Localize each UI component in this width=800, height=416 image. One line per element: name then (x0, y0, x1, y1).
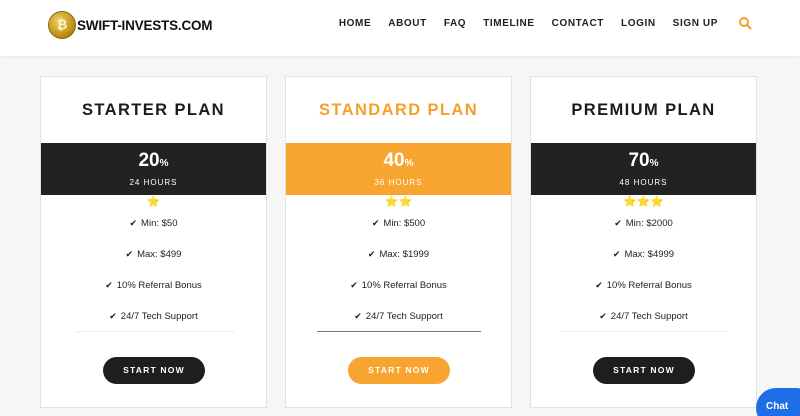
plan-title: STANDARD PLAN (318, 101, 479, 119)
feature-text: Min: $500 (383, 218, 426, 229)
star-rating: ⭐ (146, 195, 161, 208)
rate-unit: % (404, 158, 414, 169)
feature-referral: ✔ 10% Referral Bonus (286, 276, 511, 307)
feature-max: ✔ Max: $499 (41, 245, 266, 276)
check-icon: ✔ (599, 312, 607, 322)
start-now-button[interactable]: START NOW (103, 357, 205, 384)
feature-text: Max: $499 (137, 249, 182, 260)
plan-title: PREMIUM PLAN (571, 101, 716, 119)
star-rating: ⭐⭐ (384, 195, 413, 208)
check-icon: ✔ (595, 281, 603, 291)
nav-login[interactable]: LOGIN (621, 18, 656, 29)
site-logo[interactable]: ₿ SWIFT-INVESTS.COM (48, 10, 213, 40)
gold-coin-icon: ₿ (48, 11, 76, 39)
feature-support: ✔ 24/7 Tech Support (531, 307, 756, 338)
divider (75, 331, 235, 332)
feature-text: Min: $50 (141, 218, 178, 229)
plan-title: STARTER PLAN (82, 101, 225, 119)
feature-text: Min: $2000 (625, 218, 673, 229)
nav-sign-up[interactable]: SIGN UP (673, 18, 718, 29)
check-icon: ✔ (125, 250, 134, 260)
chat-label: Chat (766, 401, 789, 412)
plan-duration: 48 HOURS (619, 178, 668, 187)
feature-list: ✔ Min: $2000 ✔ Max: $4999 ✔ 10% Referral Bo… (531, 214, 756, 338)
check-icon: ✔ (350, 281, 358, 291)
main-nav: HOME ABOUT FAQ TIMELINE CONTACT LOGIN SI… (322, 16, 752, 30)
rate-value: 40 (383, 150, 405, 171)
plan-rate: 20% (41, 143, 266, 174)
feature-text: Max: $1999 (379, 249, 430, 260)
search-icon[interactable] (738, 16, 752, 30)
plan-rate: 70% (531, 143, 756, 174)
start-now-button[interactable]: START NOW (348, 357, 450, 384)
feature-list: ✔ Min: $500 ✔ Max: $1999 ✔ 10% Referral Bon… (286, 214, 511, 338)
divider (317, 331, 481, 332)
feature-min: ✔ Min: $2000 (531, 214, 756, 245)
logo-text: SWIFT-INVESTS.COM (77, 17, 213, 33)
nav-timeline[interactable]: TIMELINE (483, 18, 534, 29)
check-icon: ✔ (129, 219, 138, 229)
feature-text: 24/7 Tech Support (365, 311, 443, 322)
nav-faq[interactable]: FAQ (444, 18, 466, 29)
plan-card-premium: PREMIUM PLAN 70% 48 HOURS ⭐⭐⭐ ✔ Min: $200… (530, 76, 757, 408)
start-now-button[interactable]: START NOW (593, 357, 695, 384)
plan-duration: 36 HOURS (374, 178, 423, 187)
site-header: ₿ SWIFT-INVESTS.COM HOME ABOUT FAQ TIMEL… (0, 0, 800, 56)
plan-duration: 24 HOURS (129, 178, 178, 187)
chat-widget-button[interactable]: Chat (756, 388, 800, 416)
price-band: 70% 48 HOURS (531, 143, 756, 195)
feature-text: Max: $4999 (624, 249, 675, 260)
feature-min: ✔ Min: $500 (286, 214, 511, 245)
check-icon: ✔ (105, 281, 113, 291)
feature-support: ✔ 24/7 Tech Support (41, 307, 266, 338)
price-band: 40% 36 HOURS (286, 143, 511, 195)
check-icon: ✔ (354, 312, 362, 322)
check-icon: ✔ (109, 312, 117, 322)
feature-min: ✔ Min: $50 (41, 214, 266, 245)
feature-list: ✔ Min: $50 ✔ Max: $499 ✔ 10% Referral Bonus… (41, 214, 266, 338)
divider (561, 331, 728, 332)
check-icon: ✔ (614, 219, 622, 229)
nav-home[interactable]: HOME (339, 18, 371, 29)
feature-text: 10% Referral Bonus (361, 280, 447, 291)
plan-card-starter: STARTER PLAN 20% 24 HOURS ⭐ ✔ Min: $50 ✔ M… (40, 76, 267, 408)
feature-text: 10% Referral Bonus (116, 280, 202, 291)
rate-value: 20 (138, 150, 160, 171)
check-icon: ✔ (367, 250, 376, 260)
feature-text: 24/7 Tech Support (120, 311, 198, 322)
feature-support: ✔ 24/7 Tech Support (286, 307, 511, 338)
feature-text: 10% Referral Bonus (606, 280, 692, 291)
rate-unit: % (649, 158, 659, 169)
check-icon: ✔ (371, 219, 380, 229)
rate-unit: % (159, 158, 169, 169)
plan-rate: 40% (286, 143, 511, 174)
check-icon: ✔ (612, 250, 621, 260)
feature-max: ✔ Max: $4999 (531, 245, 756, 276)
feature-max: ✔ Max: $1999 (286, 245, 511, 276)
feature-text: 24/7 Tech Support (610, 311, 688, 322)
nav-contact[interactable]: CONTACT (552, 18, 604, 29)
rate-value: 70 (628, 150, 650, 171)
star-rating: ⭐⭐⭐ (622, 195, 665, 208)
feature-referral: ✔ 10% Referral Bonus (41, 276, 266, 307)
price-band: 20% 24 HOURS (41, 143, 266, 195)
feature-referral: ✔ 10% Referral Bonus (531, 276, 756, 307)
plan-card-standard: STANDARD PLAN 40% 36 HOURS ⭐⭐ ✔ Min: $500… (285, 76, 512, 408)
nav-about[interactable]: ABOUT (388, 18, 427, 29)
